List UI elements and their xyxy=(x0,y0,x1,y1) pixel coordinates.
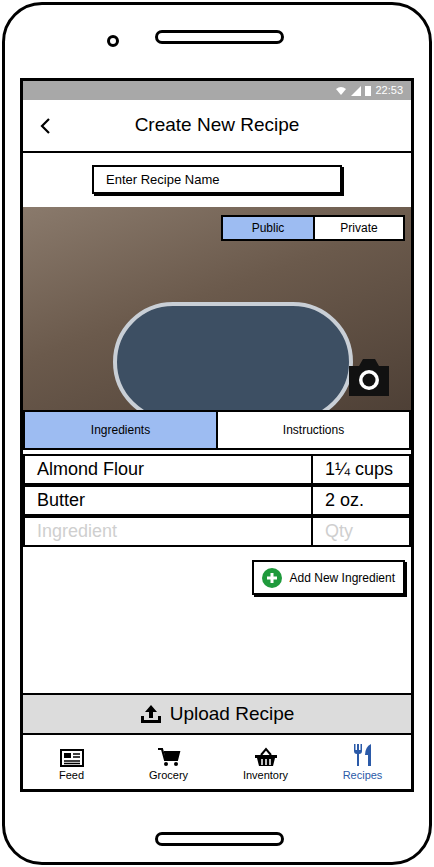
ingredient-qty[interactable]: 2 oz. xyxy=(313,487,409,514)
ingredient-row: Butter2 oz. xyxy=(23,485,411,516)
add-row: Add New Ingredient xyxy=(23,547,411,595)
upload-label: Upload Recipe xyxy=(170,700,295,729)
add-ingredient-label: Add New Ingredient xyxy=(290,569,395,587)
recipe-photo[interactable]: Public Private xyxy=(23,207,411,410)
camera-dot-icon xyxy=(107,35,119,47)
wifi-icon xyxy=(335,86,347,96)
visibility-option[interactable]: Public xyxy=(223,217,313,239)
recipe-name-input[interactable] xyxy=(92,165,342,194)
signal-icon xyxy=(351,86,361,96)
nav-label: Grocery xyxy=(149,770,188,781)
ingredient-row: Almond Flour1¼ cups xyxy=(23,454,411,485)
recipe-name-area xyxy=(23,153,411,207)
recipes-icon xyxy=(352,743,374,767)
spacer xyxy=(23,595,411,693)
bottom-nav: Feed Grocery Inventory Recipes xyxy=(23,735,411,789)
camera-icon[interactable] xyxy=(345,356,393,398)
ingredient-qty[interactable]: 1¼ cups xyxy=(313,456,409,483)
tab[interactable]: Instructions xyxy=(216,412,409,448)
feed-icon xyxy=(60,743,84,767)
ingredient-row xyxy=(23,516,411,547)
visibility-label: Public xyxy=(252,219,285,237)
ingredient-table: Almond Flour1¼ cupsButter2 oz. xyxy=(23,450,411,547)
plus-icon xyxy=(262,568,282,588)
phone-top xyxy=(5,5,429,78)
ingredient-qty-input[interactable] xyxy=(313,518,409,545)
ingredient-name[interactable]: Butter xyxy=(25,487,313,514)
nav-label: Feed xyxy=(59,770,84,781)
status-bar: 22:53 xyxy=(23,81,411,100)
tab[interactable]: Ingredients xyxy=(25,412,216,448)
screen: 22:53 Create New Recipe Public Private In… xyxy=(20,78,414,792)
visibility-label: Private xyxy=(340,219,377,237)
nav-item[interactable]: Grocery xyxy=(120,735,217,789)
upload-button[interactable]: Upload Recipe xyxy=(23,693,411,735)
status-time: 22:53 xyxy=(375,85,403,96)
plate-shape xyxy=(113,302,353,410)
home-button-icon xyxy=(155,832,284,846)
nav-item[interactable]: Recipes xyxy=(314,735,411,789)
tab-label: Ingredients xyxy=(91,421,150,439)
nav-item[interactable]: Feed xyxy=(23,735,120,789)
nav-label: Recipes xyxy=(343,770,383,781)
battery-icon xyxy=(365,85,371,96)
tab-bar: Ingredients Instructions xyxy=(23,410,411,450)
tab-label: Instructions xyxy=(283,421,344,439)
phone-frame: 22:53 Create New Recipe Public Private In… xyxy=(2,2,432,865)
visibility-toggle: Public Private xyxy=(221,215,405,241)
nav-item[interactable]: Inventory xyxy=(217,735,314,789)
header-title: Create New Recipe xyxy=(23,111,411,140)
visibility-option[interactable]: Private xyxy=(313,217,403,239)
back-icon[interactable] xyxy=(39,117,51,135)
inventory-icon xyxy=(254,743,278,767)
ingredient-name-input[interactable] xyxy=(25,518,313,545)
nav-label: Inventory xyxy=(243,770,288,781)
ingredient-name[interactable]: Almond Flour xyxy=(25,456,313,483)
upload-icon xyxy=(140,704,162,724)
add-ingredient-button[interactable]: Add New Ingredient xyxy=(252,560,405,595)
header: Create New Recipe xyxy=(23,100,411,153)
grocery-icon xyxy=(157,743,181,767)
speaker-icon xyxy=(155,30,284,44)
